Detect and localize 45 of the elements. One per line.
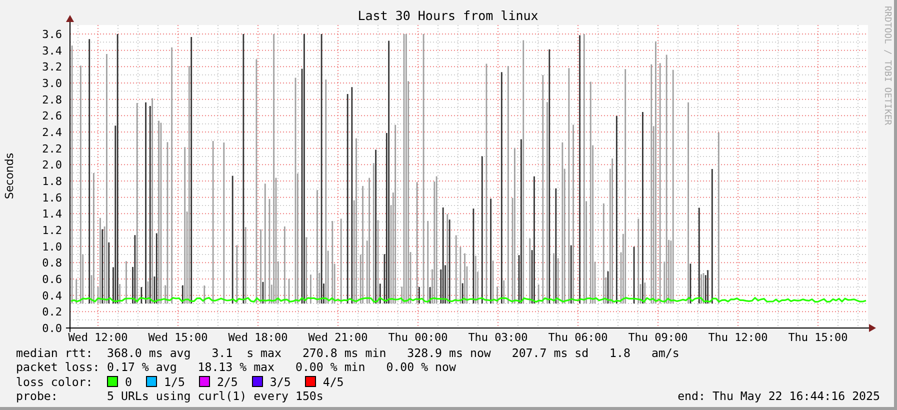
y-tick-label: 0.0 <box>42 322 62 335</box>
x-tick-label: Wed 12:00 <box>68 331 128 344</box>
y-tick-label: 2.4 <box>42 126 62 139</box>
legend-label: probe: <box>16 388 59 404</box>
x-tick-label: Thu 09:00 <box>628 331 688 344</box>
x-tick-label: Thu 00:00 <box>388 331 448 344</box>
legend-label: median rtt: <box>16 346 94 360</box>
y-tick-label: 1.0 <box>42 240 62 254</box>
y-tick-label: 1.2 <box>42 224 62 237</box>
end-time: end: Thu May 22 16:44:16 2025 <box>678 388 880 404</box>
y-axis-label: Seconds <box>3 152 16 200</box>
legend-label: packet loss: <box>16 360 101 375</box>
y-tick-label: 3.4 <box>42 44 62 58</box>
legend-label: loss color: <box>16 374 94 389</box>
y-tick-label: 0.2 <box>42 306 62 319</box>
y-tick-label: 0.8 <box>42 256 62 270</box>
y-tick-label: 2.6 <box>42 110 62 123</box>
swatch-label: 1/5 <box>164 374 185 389</box>
x-tick-label: Thu 12:00 <box>708 331 768 344</box>
x-tick-label: Thu 06:00 <box>548 331 608 344</box>
x-tick-label: Wed 15:00 <box>148 331 208 344</box>
legend-text: 5 URLs using curl(1) every 150s <box>107 388 324 404</box>
credit-text: RRDTOOL / TOBI OETIKER <box>882 6 892 126</box>
y-tick-label: 3.2 <box>42 60 62 74</box>
y-tick-label: 1.8 <box>42 175 62 188</box>
x-tick-label: Thu 03:00 <box>468 331 528 344</box>
x-tick-label: Wed 18:00 <box>228 331 288 344</box>
y-tick-label: 3.6 <box>42 28 62 41</box>
x-tick-label: Wed 21:00 <box>308 331 368 344</box>
y-tick-label: 1.6 <box>42 191 62 204</box>
y-tick-label: 3.0 <box>42 77 62 90</box>
y-tick-label: 2.0 <box>42 158 62 172</box>
swatch-label: 2/5 <box>216 374 238 389</box>
swatch-label: 3/5 <box>270 374 291 389</box>
x-tick-label: Thu 15:00 <box>788 331 848 344</box>
legend-text: 368.0 ms avg 3.1 s max 270.8 ms min 328.9 ms now 207.7 ms sd 1.8 am/s <box>107 346 680 360</box>
y-tick-label: 2.2 <box>42 142 62 156</box>
swatch-label: 4/5 <box>322 374 344 389</box>
chart-title: Last 30 Hours from linux <box>358 8 538 23</box>
y-tick-label: 1.4 <box>42 208 62 221</box>
y-tick-label: 2.8 <box>42 93 62 106</box>
y-tick-label: 0.6 <box>42 273 62 286</box>
swatch-label: 0 <box>125 374 132 389</box>
legend-text: 0.17 % avg 18.13 % max 0.00 % min 0.00 % now <box>107 360 456 375</box>
y-tick-label: 0.4 <box>42 289 62 302</box>
